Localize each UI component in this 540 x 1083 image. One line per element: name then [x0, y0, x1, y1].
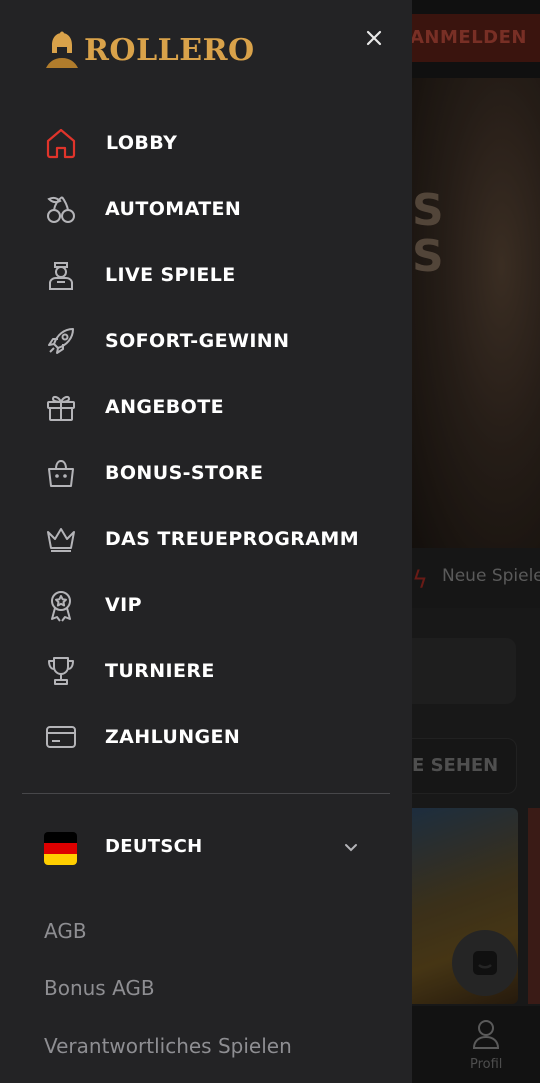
menu-item-lobby[interactable]: LOBBY: [0, 110, 412, 176]
menu-label: ZAHLUNGEN: [105, 726, 241, 748]
menu-label: LIVE SPIELE: [105, 264, 236, 286]
menu-label: LOBBY: [106, 132, 178, 154]
menu-label: TURNIERE: [105, 660, 215, 682]
credit-card-icon: [46, 726, 76, 748]
award-badge-icon: [51, 591, 71, 622]
menu-label: DAS TREUEPROGRAMM: [105, 528, 360, 550]
language-label: DEUTSCH: [105, 836, 203, 857]
menu-divider: [22, 793, 390, 794]
home-icon: [46, 128, 76, 159]
menu-label: VIP: [105, 594, 142, 616]
terms-link[interactable]: AGB: [44, 919, 87, 943]
menu-item-automaten[interactable]: AUTOMATEN: [0, 176, 412, 242]
menu-item-vip[interactable]: VIP: [0, 572, 412, 638]
spartan-helmet-icon: [46, 31, 78, 68]
chevron-down-icon: [345, 844, 357, 852]
menu-label: ANGEBOTE: [105, 396, 224, 418]
responsible-gaming-link[interactable]: Verantwortliches Spielen: [44, 1034, 292, 1058]
close-icon: [366, 30, 382, 46]
menu-label: BONUS-STORE: [105, 462, 264, 484]
menu-item-live-spiele[interactable]: LIVE SPIELE: [0, 242, 412, 308]
brand-logo[interactable]: ROLLERO: [42, 28, 255, 72]
gift-icon: [47, 395, 75, 421]
overlay-dim[interactable]: [412, 0, 540, 1083]
shopping-bag-icon: [48, 460, 74, 487]
bonus-terms-link[interactable]: Bonus AGB: [44, 976, 155, 1000]
menu-item-angebote[interactable]: ANGEBOTE: [0, 374, 412, 440]
rocket-icon: [48, 328, 74, 354]
menu-label: AUTOMATEN: [105, 198, 242, 220]
brand-name: ROLLERO: [84, 32, 255, 68]
menu-item-sofort-gewinn[interactable]: SOFORT-GEWINN: [0, 308, 412, 374]
germany-flag-icon: [44, 832, 77, 865]
menu-label: SOFORT-GEWINN: [105, 330, 290, 352]
menu-item-bonus-store[interactable]: BONUS-STORE: [0, 440, 412, 506]
crown-icon: [47, 528, 75, 552]
cherries-icon: [47, 196, 75, 223]
menu-item-turniere[interactable]: TURNIERE: [0, 638, 412, 704]
trophy-icon: [48, 657, 74, 685]
menu-item-treueprogramm[interactable]: DAS TREUEPROGRAMM: [0, 506, 412, 572]
close-button[interactable]: [360, 24, 388, 52]
menu-item-zahlungen[interactable]: ZAHLUNGEN: [0, 704, 412, 770]
language-selector[interactable]: DEUTSCH: [0, 822, 412, 874]
side-drawer: ROLLERO LOBBY AUTOMATEN LIVE SPIELE SOFO…: [0, 0, 412, 1083]
dealer-icon: [49, 262, 73, 290]
